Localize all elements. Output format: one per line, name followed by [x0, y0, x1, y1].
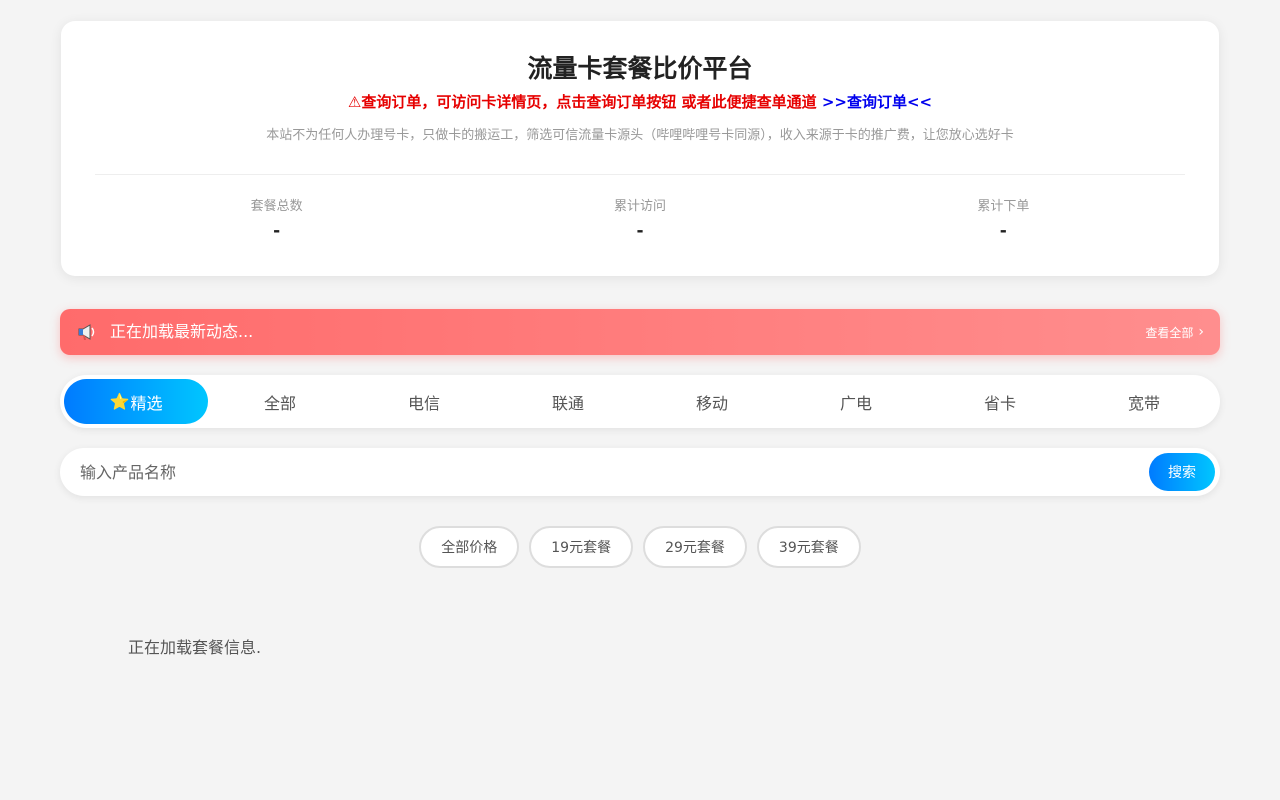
- tab-label: 精选: [130, 393, 163, 413]
- tab-label: 全部: [263, 393, 296, 413]
- price-filter-39[interactable]: 39元套餐: [756, 526, 861, 568]
- search-bar: 搜索: [60, 448, 1220, 496]
- chevron-right-icon: ›: [1198, 324, 1204, 340]
- stats-row: 套餐总数 - 累计访问 - 累计下单 -: [95, 197, 1185, 243]
- price-filters: 全部价格 19元套餐 29元套餐 39元套餐: [0, 526, 1280, 568]
- stat-label: 套餐总数: [250, 199, 303, 214]
- stat-label: 累计访问: [613, 199, 666, 214]
- tab-featured[interactable]: ⭐ 精选: [64, 379, 208, 424]
- stat-label: 累计下单: [977, 199, 1030, 214]
- tab-provincial[interactable]: 省卡: [928, 379, 1072, 424]
- tab-broadcast[interactable]: 广电: [784, 379, 928, 424]
- stat-total-visits: 累计访问 -: [458, 197, 821, 243]
- order-notice: ⚠查询订单，可访问卡详情页，点击查询订单按钮 或者此便捷查单通道 >>查询订单<…: [61, 91, 1219, 113]
- tab-label: 宽带: [1127, 393, 1160, 413]
- header-card: 流量卡套餐比价平台 ⚠查询订单，可访问卡详情页，点击查询订单按钮 或者此便捷查单…: [61, 21, 1219, 276]
- tab-unicom[interactable]: 联通: [496, 379, 640, 424]
- price-filter-all[interactable]: 全部价格: [419, 526, 520, 568]
- megaphone-icon: [74, 319, 100, 345]
- price-filter-29[interactable]: 29元套餐: [643, 526, 747, 568]
- category-tabs: ⭐ 精选 全部 电信 联通 移动 广电 省卡 宽带: [60, 375, 1220, 428]
- tab-label: 联通: [551, 393, 584, 413]
- tab-mobile[interactable]: 移动: [640, 379, 784, 424]
- star-icon: ⭐: [109, 392, 130, 411]
- stat-total-orders: 累计下单 -: [822, 197, 1185, 243]
- tab-label: 省卡: [983, 393, 1016, 413]
- divider: [95, 174, 1185, 175]
- order-notice-warning: ⚠查询订单，可访问卡详情页，点击查询订单按钮 或者此便捷查单通道: [347, 93, 817, 111]
- news-ticker: 正在加载最新动态... 查看全部 ›: [60, 309, 1220, 355]
- site-disclaimer: 本站不为任何人办理号卡，只做卡的搬运工，筛选可信流量卡源头（哔哩哔哩号卡同源），…: [266, 128, 1014, 143]
- tab-label: 广电: [839, 393, 872, 413]
- tab-broadband[interactable]: 宽带: [1072, 379, 1216, 424]
- page-title: 流量卡套餐比价平台: [527, 54, 753, 83]
- price-filter-19[interactable]: 19元套餐: [529, 526, 634, 568]
- tab-telecom[interactable]: 电信: [352, 379, 496, 424]
- view-all-news-link[interactable]: 查看全部 ›: [1145, 324, 1204, 341]
- stat-value: -: [636, 221, 644, 241]
- search-input[interactable]: [60, 448, 1140, 496]
- tab-label: 电信: [407, 393, 440, 413]
- stat-value: -: [999, 221, 1007, 241]
- loading-message: 正在加载套餐信息.: [128, 638, 262, 657]
- news-text: 正在加载最新动态...: [110, 322, 254, 341]
- order-query-link[interactable]: >>查询订单<<: [822, 93, 932, 111]
- tab-all[interactable]: 全部: [208, 379, 352, 424]
- view-all-label: 查看全部: [1145, 325, 1194, 340]
- stat-value: -: [273, 221, 281, 241]
- search-button[interactable]: 搜索: [1149, 453, 1215, 491]
- tab-label: 移动: [695, 393, 728, 413]
- stat-total-plans: 套餐总数 -: [95, 197, 458, 243]
